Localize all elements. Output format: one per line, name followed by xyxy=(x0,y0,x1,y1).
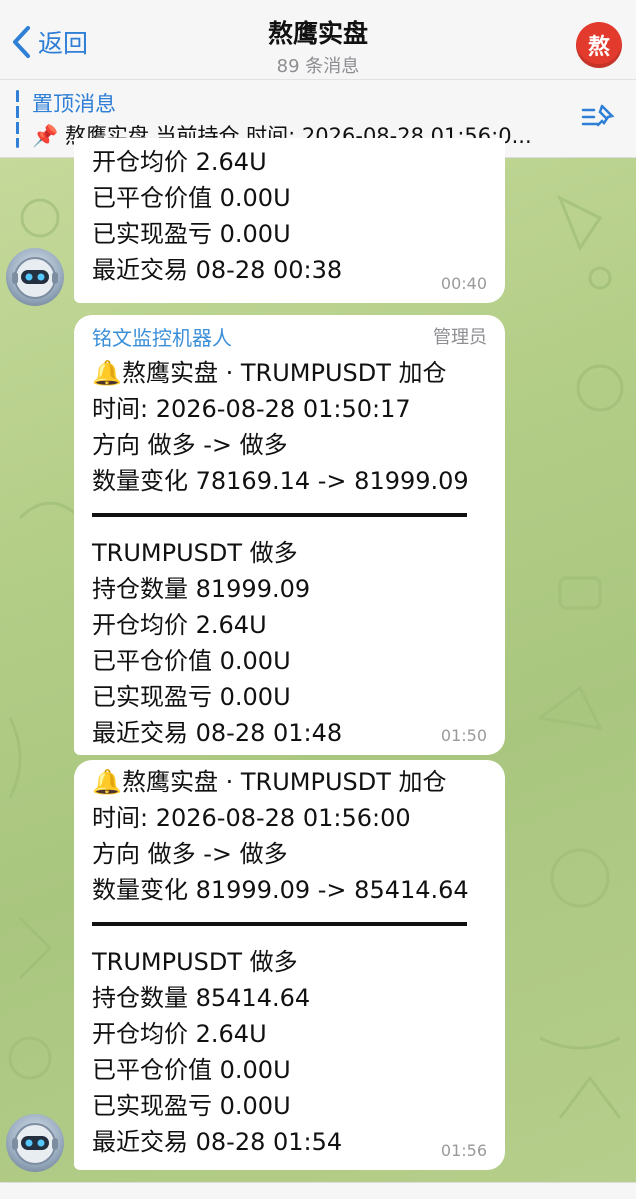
message-line: 数量变化 81999.09 -> 85414.64 xyxy=(92,876,469,904)
message-bubble[interactable]: 🔔熬鹰实盘 · TRUMPUSDT 加仓 时间: 2026-08-28 01:5… xyxy=(74,760,505,1170)
message-time: 01:56 xyxy=(440,1141,487,1160)
message-line: 已实现盈亏 0.00U xyxy=(92,683,291,711)
message-line: 方向 做多 -> 做多 xyxy=(92,840,288,868)
message-line: 时间: 2026-08-28 01:50:17 xyxy=(92,395,411,423)
message-line: 数量变化 78169.14 -> 81999.09 xyxy=(92,467,469,495)
divider xyxy=(92,513,467,517)
message-line: 持仓数量 85414.64 xyxy=(92,984,311,1012)
robot-avatar[interactable] xyxy=(6,1114,64,1172)
message-count: 89 条消息 xyxy=(276,56,360,77)
message-line: 持仓数量 81999.09 xyxy=(92,575,311,603)
divider xyxy=(92,922,467,926)
message-headline: 熬鹰实盘 · TRUMPUSDT 加仓 xyxy=(122,359,447,387)
message-line: 开仓均价 2.64U xyxy=(92,148,267,176)
message-line: TRUMPUSDT 做多 xyxy=(92,948,298,976)
chat-header: 返回 熬鹰实盘 89 条消息 熬 xyxy=(0,0,636,80)
chat-title: 熬鹰实盘 xyxy=(267,19,368,48)
message-line: 最近交易 08-28 01:48 xyxy=(92,719,343,747)
chat-title-area[interactable]: 熬鹰实盘 89 条消息 xyxy=(0,14,636,78)
message-headline: 熬鹰实盘 · TRUMPUSDT 加仓 xyxy=(122,768,447,796)
message-bubble[interactable]: 开仓均价 2.64U 已平仓价值 0.00U 已实现盈亏 0.00U 最近交易 … xyxy=(74,138,505,303)
message-time: 00:40 xyxy=(440,274,487,293)
message-line: 时间: 2026-08-28 01:56:00 xyxy=(92,804,411,832)
pinned-indicator xyxy=(16,90,19,148)
admin-badge: 管理员 xyxy=(433,327,487,348)
message-line: 已实现盈亏 0.00U xyxy=(92,1092,291,1120)
message-bubble[interactable]: 铭文监控机器人 管理员 🔔熬鹰实盘 · TRUMPUSDT 加仓 时间: 202… xyxy=(74,315,505,755)
message-line: 已平仓价值 0.00U xyxy=(92,184,291,212)
bell-icon: 🔔 xyxy=(92,359,122,387)
robot-avatar[interactable] xyxy=(6,248,64,306)
pinned-title: 置顶消息 xyxy=(32,92,116,116)
chat-avatar[interactable]: 熬 xyxy=(576,22,622,68)
message-line: 已实现盈亏 0.00U xyxy=(92,220,291,248)
message-line: 已平仓价值 0.00U xyxy=(92,647,291,675)
message-line: 最近交易 08-28 00:38 xyxy=(92,256,343,284)
pinned-list-icon[interactable] xyxy=(580,102,616,132)
message-line: 开仓均价 2.64U xyxy=(92,611,267,639)
bell-icon: 🔔 xyxy=(92,768,122,796)
input-bar[interactable] xyxy=(0,1182,636,1199)
message-line: 🔔熬鹰实盘 · TRUMPUSDT 加仓 xyxy=(92,764,487,800)
message-line: 已平仓价值 0.00U xyxy=(92,1056,291,1084)
message-line: 开仓均价 2.64U xyxy=(92,1020,267,1048)
message-line: 方向 做多 -> 做多 xyxy=(92,431,288,459)
message-line: TRUMPUSDT 做多 xyxy=(92,539,298,567)
message-line: 最近交易 08-28 01:54 xyxy=(92,1128,343,1156)
sender-name[interactable]: 铭文监控机器人 xyxy=(92,321,487,355)
message-time: 01:50 xyxy=(440,726,487,745)
message-line: 🔔熬鹰实盘 · TRUMPUSDT 加仓 xyxy=(92,355,487,391)
